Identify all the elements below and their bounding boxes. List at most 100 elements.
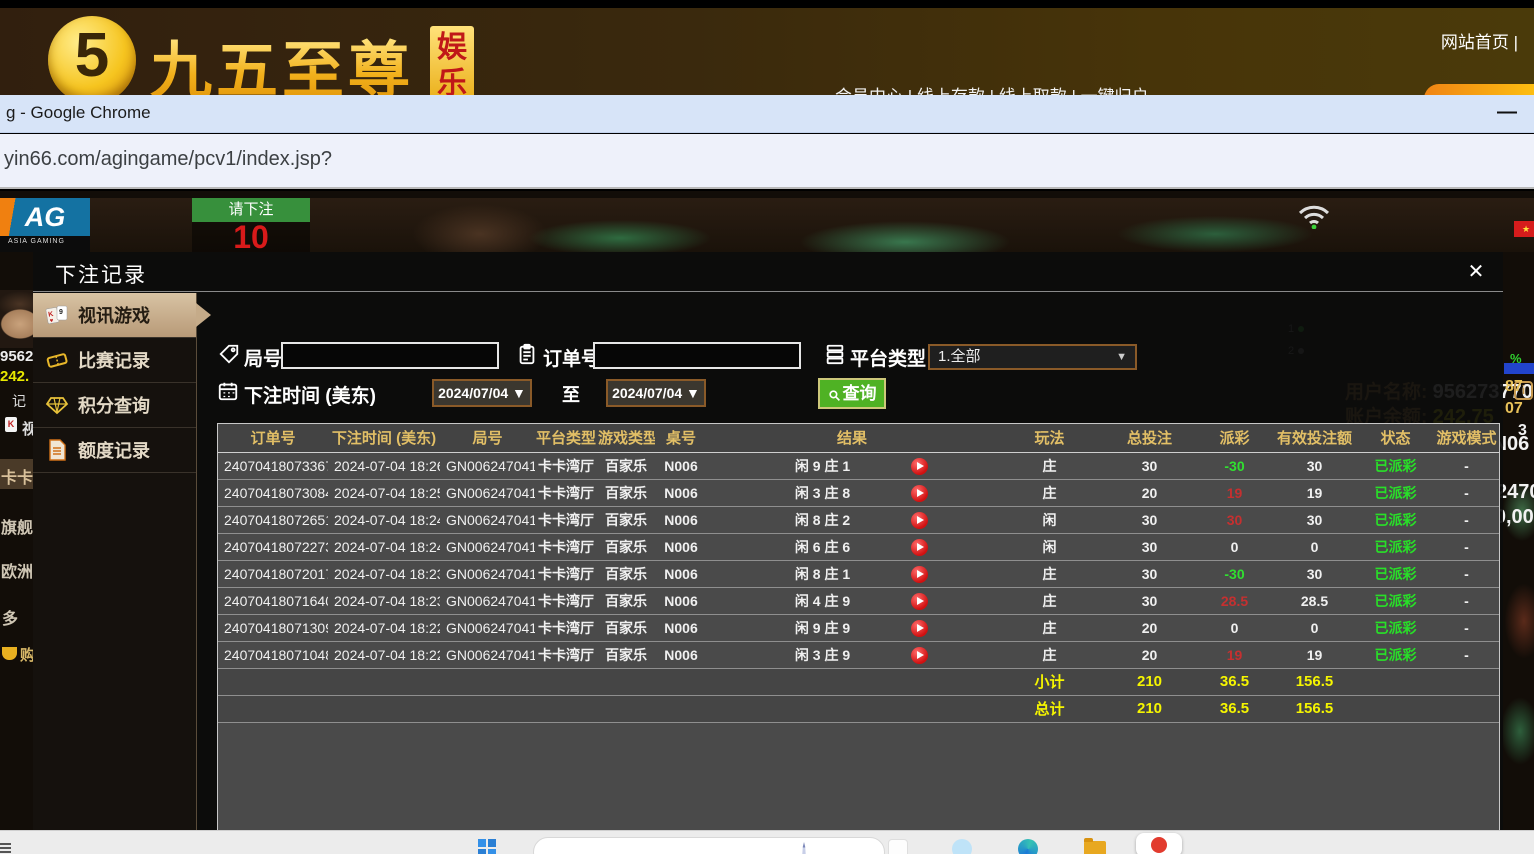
play-icon[interactable] xyxy=(911,512,928,529)
play-icon[interactable] xyxy=(911,620,928,637)
summary-bet: 210 xyxy=(1102,668,1197,695)
table-head: 订单号下注时间 (美东)局号平台类型游戏类型桌号结果玩法总投注派彩有效投注额状态… xyxy=(218,424,1499,452)
url-text[interactable]: yin66.com/agingame/pcv1/index.jsp? xyxy=(4,148,332,171)
cell-time: 2024-07-04 18:23:06 xyxy=(328,587,440,614)
cell-playtype: 闲 xyxy=(997,506,1102,533)
home-link[interactable]: 网站首页 | xyxy=(1441,28,1518,53)
cell-table: N006 xyxy=(655,614,707,641)
sidebar-item-match-records[interactable]: 比赛记录 xyxy=(33,338,196,383)
teams-icon[interactable] xyxy=(952,839,972,854)
summary-payout: 36.5 xyxy=(1197,695,1272,722)
date-from-picker[interactable]: 2024/07/04 ▼ xyxy=(432,379,532,407)
cell-time: 2024-07-04 18:22:33 xyxy=(328,614,440,641)
order-input[interactable] xyxy=(593,342,801,369)
round-input[interactable] xyxy=(281,342,499,369)
close-icon[interactable]: ✕ xyxy=(1463,259,1489,285)
cell-mode: - xyxy=(1434,452,1499,479)
cell-status: 已派彩 xyxy=(1357,506,1434,533)
to-label: 至 xyxy=(562,381,580,407)
cell-round: GN006247041C9 xyxy=(440,506,535,533)
brand-logo-icon: 5 xyxy=(48,16,136,95)
cell-time: 2024-07-04 18:22:04 xyxy=(328,641,440,668)
sidebar-item-quota-records[interactable]: 额度记录 xyxy=(33,428,196,473)
cell-round: GN006247041C8 xyxy=(440,533,535,560)
left-hall-kaka[interactable]: 卡卡 xyxy=(1,464,33,488)
platform-filter-label: 平台类型 xyxy=(850,344,926,371)
left-fragment-balance: 242. xyxy=(0,368,29,385)
ag-logo-subtext: ASIA GAMING xyxy=(8,238,65,245)
sidebar-item-video-games[interactable]: K ♥ 9 视讯游戏 xyxy=(33,293,196,338)
play-icon[interactable] xyxy=(911,647,928,664)
column-header-4: 游戏类型 xyxy=(597,424,655,452)
cell-game: 百家乐 xyxy=(597,560,655,587)
chrome-urlbar[interactable]: yin66.com/agingame/pcv1/index.jsp? xyxy=(0,134,1534,189)
left-fragment-user: 9562 xyxy=(0,348,33,365)
left-hall-europe[interactable]: 欧洲 xyxy=(1,558,33,582)
banner-nav-links[interactable]: 会员中心 | 线上存款 | 线上取款 | 一键归户 xyxy=(835,82,1149,95)
column-header-2: 局号 xyxy=(440,424,535,452)
cell-order: 240704180710481 xyxy=(218,641,328,668)
left-hall-multi[interactable]: 多 xyxy=(2,605,18,629)
cell-platform: 卡卡湾厅 xyxy=(535,452,597,479)
platform-select[interactable]: 1.全部 ▼ xyxy=(928,344,1137,370)
diamond-icon xyxy=(45,393,69,417)
cell-game: 百家乐 xyxy=(597,641,655,668)
page-icon[interactable] xyxy=(888,839,908,854)
taskbar xyxy=(0,830,1534,854)
tag-icon xyxy=(218,343,240,365)
cell-playtype: 庄 xyxy=(997,479,1102,506)
cell-playtype: 庄 xyxy=(997,614,1102,641)
corner-icon[interactable] xyxy=(0,843,11,854)
cell-mode: - xyxy=(1434,506,1499,533)
banner-action-button[interactable] xyxy=(1424,84,1534,95)
cell-game: 百家乐 xyxy=(597,587,655,614)
cell-round: GN006247041C4 xyxy=(440,641,535,668)
table-row: 240704180716405 2024-07-04 18:23:06 GN00… xyxy=(218,587,1499,614)
left-hall-flagship[interactable]: 旗舰 xyxy=(1,514,33,538)
cell-payout: 30 xyxy=(1197,506,1272,533)
play-icon[interactable] xyxy=(911,566,928,583)
edge-icon[interactable] xyxy=(1018,839,1038,854)
search-button[interactable]: 查询 xyxy=(818,378,886,409)
cell-mode: - xyxy=(1434,479,1499,506)
cell-result: 闲 9 庄 1 xyxy=(707,452,997,479)
cell-platform: 卡卡湾厅 xyxy=(535,614,597,641)
cell-order: 240704180713098 xyxy=(218,614,328,641)
search-pill[interactable] xyxy=(533,837,885,854)
date-to-picker[interactable]: 2024/07/04 ▼ xyxy=(606,379,706,407)
cell-mode: - xyxy=(1434,587,1499,614)
folder-icon[interactable] xyxy=(1084,841,1106,854)
right-fragment-07: 07 xyxy=(1505,400,1523,418)
cell-round: GN006247041C7 xyxy=(440,560,535,587)
table-row: 240704180720176 2024-07-04 18:23:46 GN00… xyxy=(218,560,1499,587)
summary-bet: 210 xyxy=(1102,695,1197,722)
cell-playtype: 庄 xyxy=(997,641,1102,668)
windows-icon[interactable] xyxy=(478,839,496,854)
minimize-icon[interactable]: — xyxy=(1492,97,1522,127)
sidebar-item-label: 额度记录 xyxy=(78,437,150,463)
cell-result: 闲 4 庄 9 xyxy=(707,587,997,614)
play-icon[interactable] xyxy=(911,539,928,556)
cell-platform: 卡卡湾厅 xyxy=(535,641,597,668)
cell-valid: 30 xyxy=(1272,506,1357,533)
cell-game: 百家乐 xyxy=(597,506,655,533)
layers-icon xyxy=(824,343,846,365)
chevron-down-icon: ▼ xyxy=(1116,346,1127,368)
play-icon[interactable] xyxy=(911,458,928,475)
cell-table: N006 xyxy=(655,533,707,560)
cell-time: 2024-07-04 18:24:55 xyxy=(328,506,440,533)
play-icon[interactable] xyxy=(911,485,928,502)
sidebar-item-label: 积分查询 xyxy=(78,392,150,418)
sidebar-item-points-query[interactable]: 积分查询 xyxy=(33,383,196,428)
cell-round: GN006247041C6 xyxy=(440,587,535,614)
active-app-card[interactable] xyxy=(1136,833,1182,854)
cell-playtype: 庄 xyxy=(997,452,1102,479)
chrome-titlebar[interactable]: g - Google Chrome — xyxy=(0,95,1534,133)
cell-bet: 30 xyxy=(1102,452,1197,479)
cell-table: N006 xyxy=(655,641,707,668)
column-header-7: 玩法 xyxy=(997,424,1102,452)
screen: 5 九五至尊 娱乐 网站首页 | 会员中心 | 线上存款 | 线上取款 | 一键… xyxy=(0,0,1534,854)
bet-countdown-box: 请下注 10 xyxy=(192,198,310,252)
play-icon[interactable] xyxy=(911,593,928,610)
total-row: 总计21036.5156.5 xyxy=(218,695,1499,722)
